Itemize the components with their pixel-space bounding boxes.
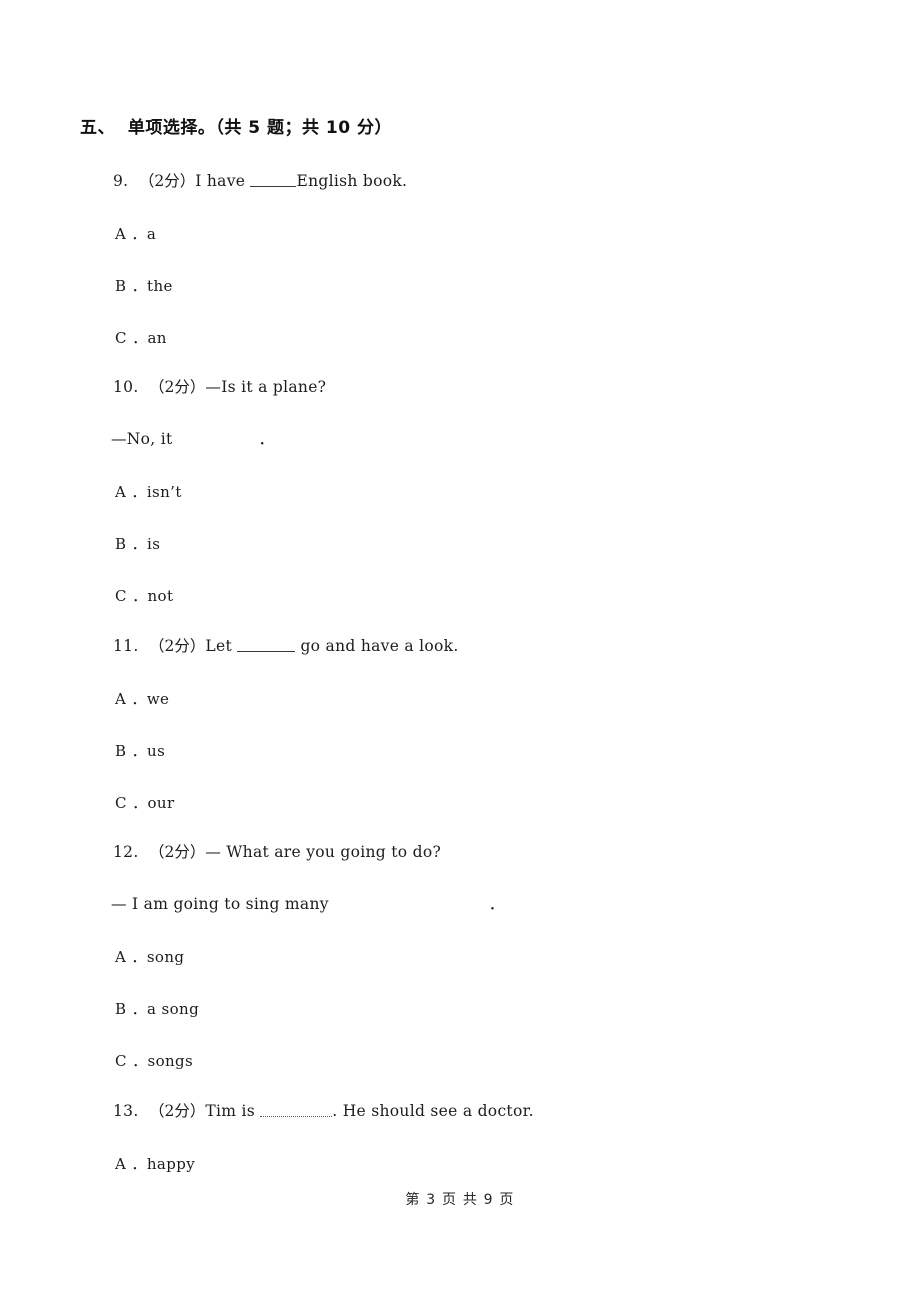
- question-text-before-9: I have: [195, 172, 251, 190]
- option-dot-9-A: ．: [131, 225, 147, 243]
- question-marks-12: （2分）: [149, 843, 206, 861]
- option-letter-12-C: C: [115, 1052, 127, 1070]
- answer-blank-9: [250, 173, 297, 187]
- option-11-B[interactable]: B ．us: [115, 741, 165, 761]
- question-block-11: 11. （2分）Let go and have a look.: [113, 635, 459, 657]
- question-block-13: 13. （2分）Tim is . He should see a doctor.: [113, 1100, 534, 1122]
- option-text-12-B: a song: [147, 1000, 200, 1018]
- option-dot-10-C: ．: [132, 587, 148, 605]
- option-10-A[interactable]: A ．isn’t: [115, 482, 182, 502]
- option-12-B[interactable]: B ．a song: [115, 999, 199, 1019]
- question-number-13: 13.: [113, 1102, 139, 1120]
- option-letter-10-B: B: [115, 535, 127, 553]
- exam-page: 五、 单项选择。（共 5 题；共 10 分） 9. （2分）I have Eng…: [0, 0, 920, 1302]
- question-block-10: 10. （2分）—Is it a plane?: [113, 376, 326, 398]
- option-dot-11-C: ．: [132, 794, 148, 812]
- option-12-A[interactable]: A ．song: [115, 947, 184, 967]
- question-number-10: 10.: [113, 378, 139, 396]
- question-stem-12: 12. （2分）— What are you going to do?: [113, 841, 441, 863]
- option-11-C[interactable]: C ．our: [115, 793, 175, 813]
- option-11-A[interactable]: A ．we: [115, 689, 169, 709]
- question-second-line-10: —No, it ．: [111, 428, 274, 450]
- option-13-A[interactable]: A ．happy: [115, 1154, 195, 1174]
- question-text-after-9: English book.: [296, 172, 408, 190]
- answer-blank-11: [237, 638, 296, 652]
- question-number-gap-9: [128, 172, 138, 190]
- option-dot-12-C: ．: [132, 1052, 148, 1070]
- option-dot-10-B: ．: [131, 535, 148, 553]
- option-text-9-C: an: [147, 329, 167, 347]
- option-text-10-A: isn’t: [146, 483, 182, 501]
- option-dot-9-B: ．: [131, 277, 148, 295]
- answer-prompt-12: — I am going to sing many: [111, 895, 329, 913]
- question-stem-10: 10. （2分）—Is it a plane?: [113, 376, 326, 398]
- option-letter-13-A: A: [115, 1155, 127, 1173]
- answer-period-12: ．: [488, 895, 505, 913]
- question-text-before-10: —Is it a plane?: [205, 378, 327, 396]
- option-letter-11-C: C: [115, 794, 127, 812]
- question-marks-10: （2分）: [149, 378, 206, 396]
- option-text-11-C: our: [147, 794, 175, 812]
- answer-prompt-10: —No, it: [111, 430, 173, 448]
- question-number-gap-13: [139, 1102, 149, 1120]
- option-dot-9-C: ．: [132, 329, 148, 347]
- option-text-12-A: song: [146, 948, 185, 966]
- question-text-before-12: — What are you going to do?: [205, 843, 442, 861]
- question-number-12: 12.: [113, 843, 139, 861]
- question-number-gap-10: [139, 378, 149, 396]
- question-stem-11: 11. （2分）Let go and have a look.: [113, 635, 459, 657]
- option-text-13-A: happy: [146, 1155, 196, 1173]
- question-block-12: 12. （2分）— What are you going to do?: [113, 841, 441, 863]
- option-letter-10-A: A: [115, 483, 127, 501]
- option-10-C[interactable]: C ．not: [115, 586, 173, 606]
- answer-period-10: ．: [258, 430, 275, 448]
- question-block-9: 9. （2分）I have English book.: [113, 170, 407, 192]
- option-text-9-A: a: [146, 225, 157, 243]
- option-9-B[interactable]: B ．the: [115, 276, 173, 296]
- question-second-line-12: — I am going to sing many ．: [111, 893, 505, 915]
- option-letter-12-A: A: [115, 948, 127, 966]
- option-text-12-C: songs: [147, 1052, 194, 1070]
- question-number-11: 11.: [113, 637, 139, 655]
- question-number-9: 9.: [113, 172, 129, 190]
- question-stem-13: 13. （2分）Tim is . He should see a doctor.: [113, 1100, 534, 1122]
- page-footer: 第 3 页 共 9 页: [405, 1192, 515, 1208]
- option-9-A[interactable]: A ．a: [115, 224, 156, 244]
- section-heading: 五、 单项选择。（共 5 题；共 10 分）: [80, 118, 392, 138]
- question-text-after-11: go and have a look.: [295, 637, 459, 655]
- question-stem-9: 9. （2分）I have English book.: [113, 170, 407, 192]
- option-dot-13-A: ．: [131, 1155, 147, 1173]
- question-marks-13: （2分）: [149, 1102, 206, 1120]
- question-marks-11: （2分）: [149, 637, 206, 655]
- option-text-9-B: the: [147, 277, 173, 295]
- option-letter-9-B: B: [115, 277, 127, 295]
- option-dot-12-B: ．: [131, 1000, 148, 1018]
- option-text-10-B: is: [147, 535, 161, 553]
- option-letter-11-A: A: [115, 690, 127, 708]
- question-text-before-11: Let: [205, 637, 238, 655]
- answer-blank-13: [260, 1103, 333, 1117]
- option-12-C[interactable]: C ．songs: [115, 1051, 193, 1071]
- option-dot-11-B: ．: [131, 742, 148, 760]
- option-text-11-B: us: [147, 742, 166, 760]
- option-dot-12-A: ．: [131, 948, 147, 966]
- option-letter-12-B: B: [115, 1000, 127, 1018]
- option-dot-11-A: ．: [131, 690, 147, 708]
- question-text-before-13: Tim is: [205, 1102, 261, 1120]
- question-number-gap-11: [139, 637, 149, 655]
- question-text-after-13: . He should see a doctor.: [332, 1102, 534, 1120]
- option-letter-10-C: C: [115, 587, 127, 605]
- option-text-11-A: we: [146, 690, 170, 708]
- question-marks-9: （2分）: [138, 172, 196, 190]
- option-10-B[interactable]: B ．is: [115, 534, 160, 554]
- option-text-10-C: not: [147, 587, 174, 605]
- option-letter-11-B: B: [115, 742, 127, 760]
- option-letter-9-A: A: [115, 225, 127, 243]
- option-letter-9-C: C: [115, 329, 127, 347]
- question-number-gap-12: [139, 843, 149, 861]
- option-9-C[interactable]: C ．an: [115, 328, 167, 348]
- option-dot-10-A: ．: [131, 483, 147, 501]
